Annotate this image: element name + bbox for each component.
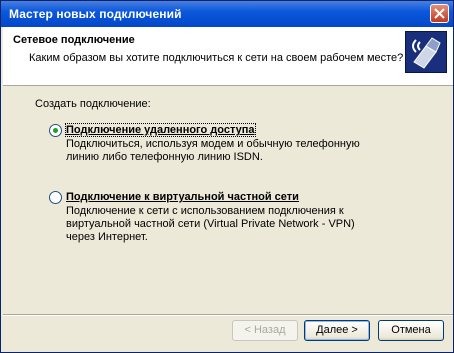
option-dialup-label[interactable]: Подключение удаленного доступа bbox=[65, 123, 256, 137]
footer-divider bbox=[3, 314, 453, 316]
close-icon bbox=[434, 8, 445, 19]
close-button[interactable] bbox=[430, 4, 449, 23]
create-connection-label: Создать подключение: bbox=[35, 98, 151, 110]
radio-vpn[interactable] bbox=[49, 191, 62, 204]
back-button[interactable]: < Назад bbox=[232, 320, 298, 341]
header-subtitle: Каким образом вы хотите подключиться к с… bbox=[29, 52, 404, 64]
option-vpn-description: Подключение к сети с использованием подк… bbox=[66, 205, 355, 243]
next-button[interactable]: Далее > bbox=[304, 320, 370, 341]
wizard-body: Создать подключение: Подключение удаленн… bbox=[3, 86, 453, 314]
wizard-header: Сетевое подключение Каким образом вы хот… bbox=[3, 27, 453, 86]
header-title: Сетевое подключение bbox=[13, 34, 135, 46]
wizard-window: Мастер новых подключений Сетевое подключ… bbox=[0, 0, 454, 353]
radio-dialup[interactable] bbox=[49, 124, 62, 137]
title-bar[interactable]: Мастер новых подключений bbox=[1, 1, 453, 27]
option-dialup-description: Подключиться, используя модем и обычную … bbox=[66, 138, 360, 163]
window-title: Мастер новых подключений bbox=[9, 7, 182, 21]
option-vpn-label[interactable]: Подключение к виртуальной частной сети bbox=[66, 191, 299, 203]
cancel-button[interactable]: Отмена bbox=[378, 320, 444, 341]
network-connection-icon bbox=[405, 31, 447, 73]
